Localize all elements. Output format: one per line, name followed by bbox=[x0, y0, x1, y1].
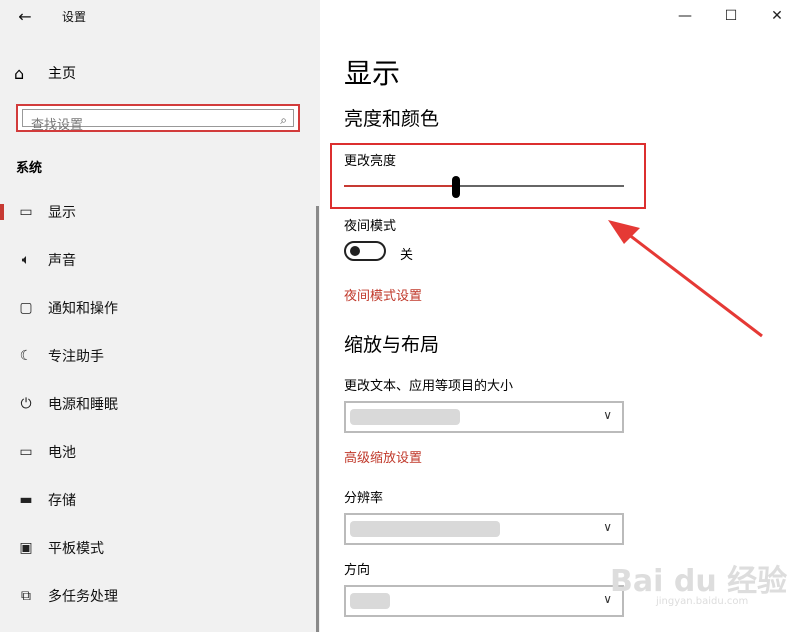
sidebar-item-label: 电源和睡眠 bbox=[48, 397, 118, 413]
resolution-dropdown[interactable]: ∨ bbox=[344, 513, 624, 545]
brightness-slider[interactable] bbox=[344, 176, 624, 198]
sidebar-scrollbar[interactable] bbox=[316, 206, 319, 632]
section-label: 系统 bbox=[16, 161, 43, 176]
monitor-icon: ▭ bbox=[19, 204, 33, 220]
chevron-down-icon: ∨ bbox=[603, 408, 612, 422]
sidebar-item-label: 显示 bbox=[48, 205, 76, 221]
minimize-button[interactable]: — bbox=[662, 0, 708, 32]
resolution-label: 分辨率 bbox=[344, 491, 384, 506]
notification-icon: ▢ bbox=[19, 300, 33, 316]
main-content: — ☐ ✕ 显示 亮度和颜色 更改亮度 夜间模式 关 夜间模式设置 缩放与布局 … bbox=[320, 0, 800, 632]
text-size-label: 更改文本、应用等项目的大小 bbox=[344, 379, 514, 394]
tablet-icon: ▣ bbox=[19, 540, 33, 556]
speaker-icon: 🔈︎ bbox=[21, 252, 31, 268]
sidebar-item-home[interactable]: ⌂ 主页 bbox=[14, 60, 76, 86]
search-box-highlight: 查找设置 ⌕ bbox=[16, 104, 300, 133]
sidebar-item-power[interactable]: ⏻ 电源和睡眠 bbox=[0, 384, 320, 424]
sidebar-item-label: 存储 bbox=[48, 493, 76, 509]
sidebar-item-battery[interactable]: ▭ 电池 bbox=[0, 432, 320, 472]
sidebar-item-tablet-mode[interactable]: ▣ 平板模式 bbox=[0, 528, 320, 568]
battery-icon: ▭ bbox=[19, 444, 33, 460]
close-button[interactable]: ✕ bbox=[754, 0, 800, 32]
sidebar: ← 设置 ⌂ 主页 查找设置 ⌕ 系统 ▭ 显示 🔈︎ 声音 ▢ 通知和操作 ☾… bbox=[0, 0, 320, 632]
sidebar-item-label: 电池 bbox=[48, 445, 76, 461]
storage-icon: ▬ bbox=[19, 492, 33, 508]
power-icon: ⏻ bbox=[20, 396, 32, 412]
back-button[interactable]: ← bbox=[14, 6, 36, 28]
sidebar-item-label: 声音 bbox=[48, 253, 76, 269]
arrow-left-icon: ← bbox=[18, 7, 32, 26]
annotation-arrow bbox=[608, 220, 763, 338]
advanced-scaling-link[interactable]: 高级缩放设置 bbox=[344, 447, 422, 466]
orientation-dropdown[interactable]: ∨ bbox=[344, 585, 624, 617]
sidebar-item-focus-assist[interactable]: ☾ 专注助手 bbox=[0, 336, 320, 376]
sidebar-item-notifications[interactable]: ▢ 通知和操作 bbox=[0, 288, 320, 328]
slider-track-fill bbox=[344, 185, 456, 187]
sidebar-item-label: 通知和操作 bbox=[48, 301, 118, 317]
chevron-down-icon: ∨ bbox=[603, 520, 612, 534]
sidebar-item-label: 主页 bbox=[48, 66, 76, 82]
brightness-label: 更改亮度 bbox=[344, 154, 397, 169]
night-mode-toggle[interactable] bbox=[344, 241, 386, 261]
watermark-sub: jingyan.baidu.com bbox=[656, 596, 749, 607]
blurred-value bbox=[350, 409, 460, 425]
sidebar-item-storage[interactable]: ▬ 存储 bbox=[0, 480, 320, 520]
orientation-label: 方向 bbox=[344, 563, 371, 578]
blurred-value bbox=[350, 521, 500, 537]
night-mode-settings-link[interactable]: 夜间模式设置 bbox=[344, 285, 422, 304]
watermark: Bai du 经验 bbox=[610, 564, 788, 599]
sidebar-item-label: 专注助手 bbox=[48, 349, 104, 365]
moon-icon: ☾ bbox=[19, 348, 33, 364]
section-heading-scale-layout: 缩放与布局 bbox=[344, 334, 440, 356]
sidebar-item-display[interactable]: ▭ 显示 bbox=[0, 192, 320, 232]
page-title: 显示 bbox=[344, 57, 401, 90]
window-controls: — ☐ ✕ bbox=[662, 0, 800, 32]
text-size-dropdown[interactable]: ∨ bbox=[344, 401, 624, 433]
search-input[interactable]: 查找设置 ⌕ bbox=[22, 109, 294, 133]
search-icon[interactable]: ⌕ bbox=[280, 113, 287, 128]
multitask-icon: ⧉ bbox=[21, 588, 31, 604]
section-heading-brightness: 亮度和颜色 bbox=[344, 108, 440, 130]
search-placeholder: 查找设置 bbox=[31, 118, 84, 133]
sidebar-item-multitasking[interactable]: ⧉ 多任务处理 bbox=[0, 576, 320, 616]
app-title: 设置 bbox=[62, 10, 87, 24]
sidebar-item-label: 平板模式 bbox=[48, 541, 104, 557]
sidebar-item-label: 多任务处理 bbox=[48, 589, 118, 605]
maximize-button[interactable]: ☐ bbox=[708, 0, 754, 32]
toggle-knob bbox=[350, 246, 360, 256]
home-icon: ⌂ bbox=[14, 63, 25, 83]
night-mode-state: 关 bbox=[400, 248, 414, 263]
blurred-value bbox=[350, 593, 390, 609]
sidebar-item-sound[interactable]: 🔈︎ 声音 bbox=[0, 240, 320, 280]
night-mode-label: 夜间模式 bbox=[344, 219, 397, 234]
slider-track bbox=[456, 185, 624, 187]
slider-thumb[interactable] bbox=[452, 176, 460, 198]
